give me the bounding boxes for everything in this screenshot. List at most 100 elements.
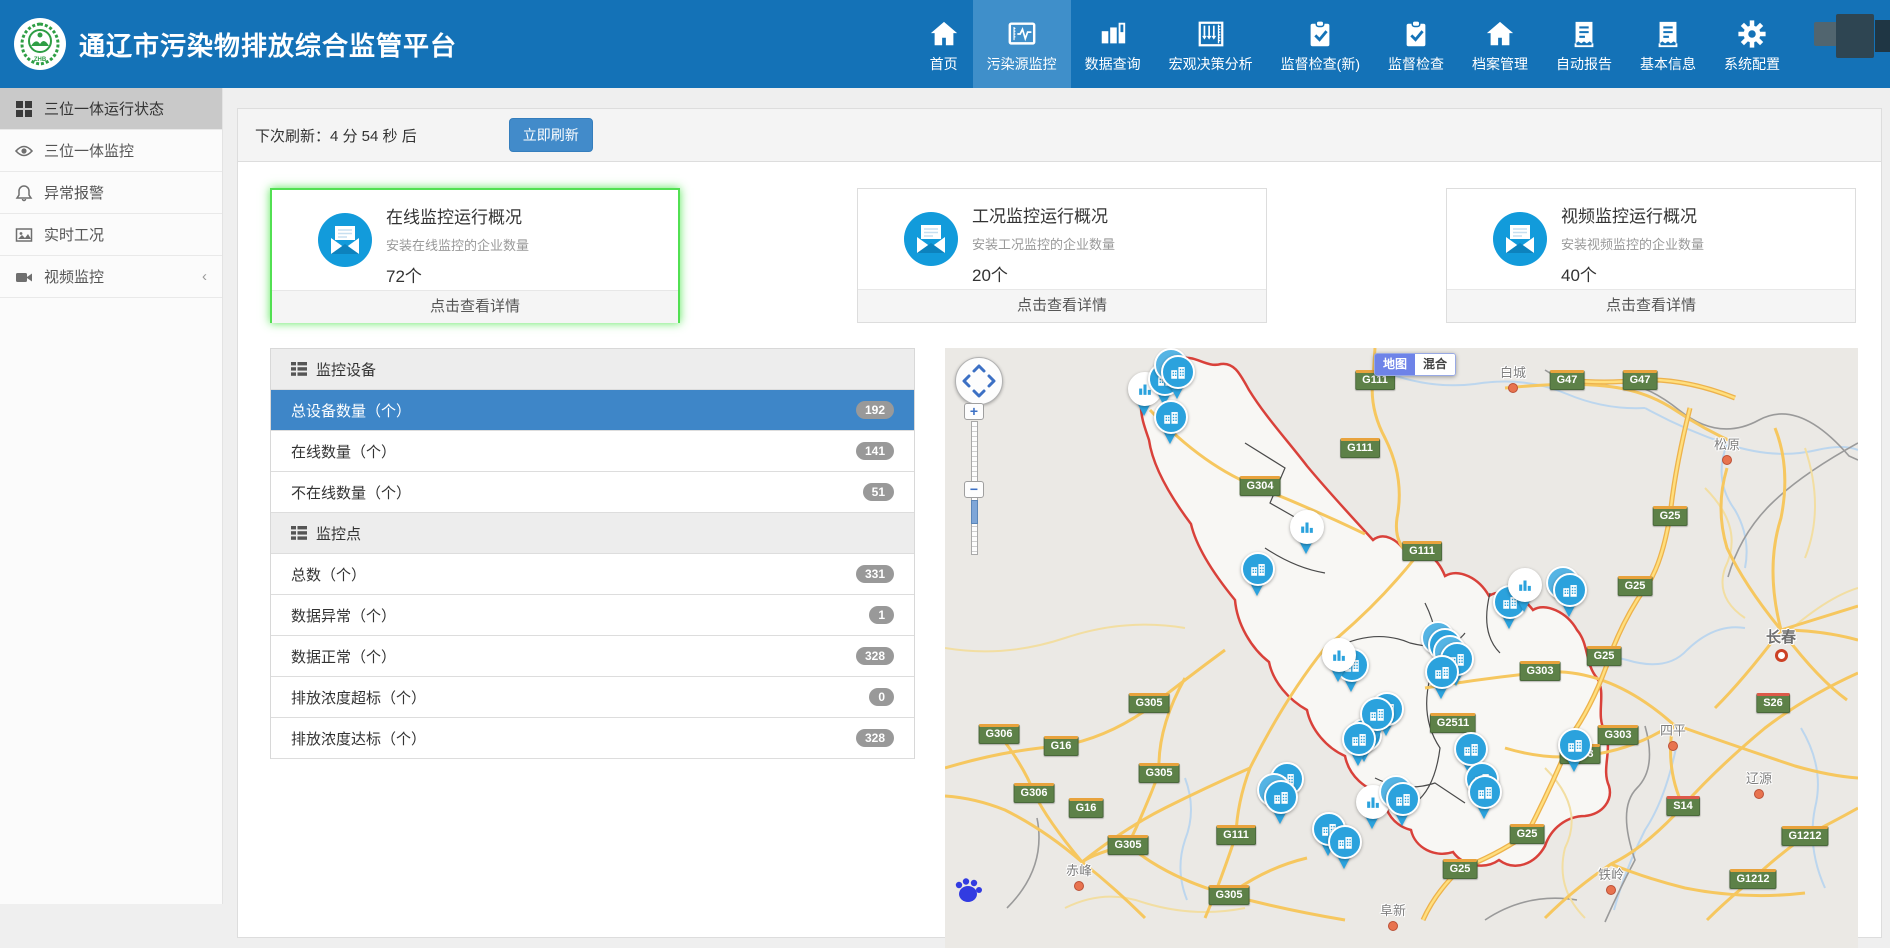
map-marker-enterprise[interactable] bbox=[1327, 825, 1363, 873]
city-name: 四平 bbox=[1660, 720, 1686, 739]
sidebar-item-realtime-condition[interactable]: 实时工况 bbox=[0, 214, 222, 256]
stat-row-over-standard[interactable]: 排放浓度超标（个）0 bbox=[271, 677, 914, 718]
stat-count-badge: 331 bbox=[856, 565, 894, 583]
stat-row-within-standard[interactable]: 排放浓度达标（个）328 bbox=[271, 718, 914, 759]
stat-row-normal-data[interactable]: 数据正常（个）328 bbox=[271, 636, 914, 677]
factory-icon bbox=[1558, 728, 1592, 762]
stat-count-badge: 192 bbox=[856, 401, 894, 419]
map-marker-enterprise[interactable] bbox=[1153, 400, 1189, 448]
overview-card-video[interactable]: 视频监控运行概况安装视频监控的企业数量40个点击查看详情 bbox=[1446, 188, 1856, 323]
map-type-button-hybrid[interactable]: 混合 bbox=[1415, 354, 1455, 375]
map-marker-stats[interactable] bbox=[1321, 638, 1357, 686]
nav-item-pollution-monitor[interactable]: 污染源监控 bbox=[973, 0, 1071, 88]
stat-row-offline-devices[interactable]: 不在线数量（个）51 bbox=[271, 472, 914, 513]
map-marker-enterprise[interactable] bbox=[1341, 722, 1377, 770]
card-title: 视频监控运行概况 bbox=[1561, 202, 1704, 227]
refresh-countdown: 下次刷新：4 分 54 秒 后 bbox=[255, 125, 417, 146]
nav-item-macro-analysis[interactable]: 宏观决策分析 bbox=[1155, 0, 1267, 88]
mail-circle-icon bbox=[318, 213, 372, 267]
road-badge: G25 bbox=[1618, 576, 1653, 596]
nav-item-archives[interactable]: 档案管理 bbox=[1458, 0, 1542, 88]
map-pan-control[interactable] bbox=[955, 357, 1003, 405]
map-zoom-in-button[interactable]: + bbox=[964, 403, 984, 420]
card-title: 工况监控运行概况 bbox=[972, 202, 1115, 227]
factory-icon bbox=[1342, 722, 1376, 756]
nav-item-label: 宏观决策分析 bbox=[1169, 54, 1253, 74]
city-label: 四平 bbox=[1660, 720, 1686, 751]
road-badge: G25 bbox=[1443, 859, 1478, 879]
map-marker-enterprise[interactable] bbox=[1557, 728, 1593, 776]
nav-item-basic-info[interactable]: 基本信息 bbox=[1626, 0, 1710, 88]
stat-row-abnormal-data[interactable]: 数据异常（个）1 bbox=[271, 595, 914, 636]
road-badge: G47 bbox=[1623, 370, 1658, 390]
map-marker-enterprise[interactable] bbox=[1552, 573, 1588, 621]
analysis-icon bbox=[1196, 15, 1226, 49]
city-dot-icon bbox=[1508, 383, 1518, 393]
stat-row-total-devices[interactable]: 总设备数量（个） 192 bbox=[271, 390, 914, 431]
main-panel: 下次刷新：4 分 54 秒 后 立即刷新 在线监控运行概况安装在线监控的企业数量… bbox=[237, 108, 1882, 938]
sidebar-item-video-monitor[interactable]: 视频监控‹ bbox=[0, 256, 222, 298]
card-details-link[interactable]: 点击查看详情 bbox=[1447, 289, 1855, 322]
nav-item-data-query[interactable]: 数据查询 bbox=[1071, 0, 1155, 88]
factory-icon bbox=[1328, 825, 1362, 859]
map-marker-enterprise[interactable] bbox=[1424, 655, 1460, 703]
city-dot-icon bbox=[1606, 885, 1616, 895]
stat-label: 总设备数量（个） bbox=[291, 400, 411, 421]
road-badge: G25 bbox=[1587, 646, 1622, 666]
card-text: 在线监控运行概况安装在线监控的企业数量72个 bbox=[386, 203, 529, 287]
bar-chart-icon bbox=[1290, 510, 1324, 544]
factory-icon bbox=[1468, 775, 1502, 809]
nav-item-label: 监督检查 bbox=[1388, 54, 1444, 74]
map-marker-enterprise[interactable] bbox=[1160, 355, 1196, 403]
sidebar-item-alarm[interactable]: 异常报警 bbox=[0, 172, 222, 214]
stat-label: 数据正常（个） bbox=[291, 646, 396, 667]
grid-icon bbox=[15, 100, 33, 118]
map-zoom-out-button[interactable]: − bbox=[964, 481, 984, 498]
city-dot-icon bbox=[1668, 741, 1678, 751]
map-type-button-map[interactable]: 地图 bbox=[1375, 354, 1415, 375]
nav-item-auto-report[interactable]: 自动报告 bbox=[1542, 0, 1626, 88]
map-marker-enterprise[interactable] bbox=[1467, 775, 1503, 823]
list-icon bbox=[291, 362, 307, 376]
factory-icon bbox=[1425, 655, 1459, 689]
road-badge: G25 bbox=[1510, 824, 1545, 844]
map-marker-enterprise[interactable] bbox=[1263, 780, 1299, 828]
overview-card-online[interactable]: 在线监控运行概况安装在线监控的企业数量72个点击查看详情 bbox=[270, 188, 680, 323]
stat-row-total-points[interactable]: 总数（个）331 bbox=[271, 554, 914, 595]
sidebar-item-tri-status[interactable]: 三位一体运行状态 bbox=[0, 88, 222, 130]
bar-chart-icon bbox=[1508, 568, 1542, 602]
map-marker-enterprise[interactable] bbox=[1385, 782, 1421, 830]
city-label: 白城 bbox=[1500, 362, 1526, 393]
nav-item-inspection[interactable]: 监督检查 bbox=[1374, 0, 1458, 88]
map-marker-enterprise[interactable] bbox=[1240, 552, 1276, 600]
nav-item-home[interactable]: 首页 bbox=[915, 0, 973, 88]
card-title: 在线监控运行概况 bbox=[386, 203, 529, 228]
gear-icon bbox=[1737, 15, 1767, 49]
card-details-link[interactable]: 点击查看详情 bbox=[272, 290, 678, 323]
stat-row-online-devices[interactable]: 在线数量（个）141 bbox=[271, 431, 914, 472]
home-icon bbox=[1485, 15, 1515, 49]
page-title: 通辽市污染物排放综合监管平台 bbox=[79, 26, 457, 63]
sidebar-item-label: 视频监控 bbox=[44, 266, 104, 287]
report-icon bbox=[1653, 15, 1683, 49]
sidebar-item-label: 实时工况 bbox=[44, 224, 104, 245]
nav-item-system-config[interactable]: 系统配置 bbox=[1710, 0, 1794, 88]
nav-item-label: 监督检查(新) bbox=[1281, 54, 1360, 74]
data-query-icon bbox=[1098, 15, 1128, 49]
pollution-monitor-icon bbox=[1007, 15, 1037, 49]
map-marker-stats[interactable] bbox=[1289, 510, 1325, 558]
mail-circle-icon bbox=[1493, 212, 1547, 266]
road-badge: G306 bbox=[1014, 783, 1055, 803]
overview-card-condition[interactable]: 工况监控运行概况安装工况监控的企业数量20个点击查看详情 bbox=[857, 188, 1267, 323]
sidebar-item-tri-monitor[interactable]: 三位一体监控 bbox=[0, 130, 222, 172]
city-name: 赤峰 bbox=[1066, 860, 1092, 879]
card-details-link[interactable]: 点击查看详情 bbox=[858, 289, 1266, 322]
nav-item-inspection-new[interactable]: 监督检查(新) bbox=[1267, 0, 1374, 88]
map-marker-stats[interactable] bbox=[1507, 568, 1543, 616]
card-value: 20个 bbox=[972, 261, 1115, 286]
baidu-logo-icon bbox=[953, 877, 983, 908]
report-icon bbox=[1569, 15, 1599, 49]
road-badge: G1212 bbox=[1729, 869, 1776, 889]
map[interactable]: {"" } G111G111G304G47G47G25G25G111G25G30… bbox=[945, 348, 1858, 948]
refresh-now-button[interactable]: 立即刷新 bbox=[509, 118, 593, 152]
